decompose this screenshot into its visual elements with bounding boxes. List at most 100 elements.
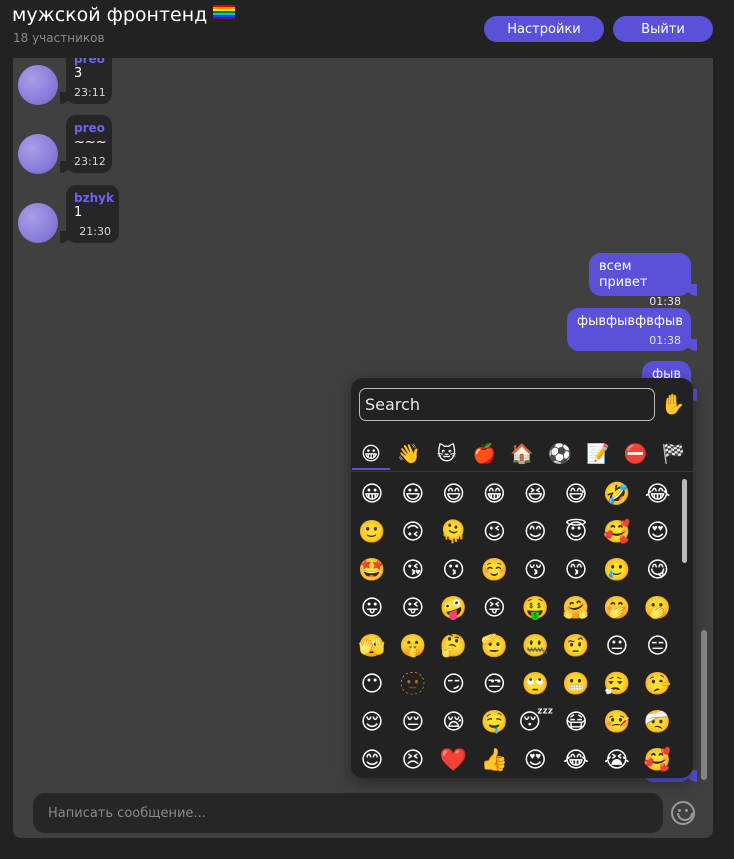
emoji-item[interactable]: 😁 [477,478,511,512]
emoji-item[interactable]: 😔 [396,706,430,740]
avatar[interactable] [18,65,58,105]
member-count: 18 участников [13,31,105,45]
emoji-item[interactable]: 😌 [355,706,389,740]
emoji-category-animals-tab[interactable]: 🐱 [428,438,466,470]
skin-tone-selector[interactable]: ✋ [659,390,687,418]
emoji-item[interactable]: 😐 [600,630,634,664]
emoji-item[interactable]: ☺️ [477,554,511,588]
emoji-item[interactable]: 😜 [396,592,430,626]
message-time: 23:11 [74,86,106,99]
emoji-item[interactable]: 😗 [437,554,471,588]
emoji-item[interactable]: 😋 [641,554,675,588]
emoji-item[interactable]: 🤩 [355,554,389,588]
emoji-item[interactable]: 😭 [600,744,634,778]
emoji-item[interactable]: ❤️ [437,744,471,778]
emoji-item[interactable]: 😣 [396,744,430,778]
chat-title-text: мужской фронтенд [12,4,208,26]
chat-title: мужской фронтенд [12,4,236,26]
emoji-item[interactable]: 🫢 [641,592,675,626]
emoji-item[interactable]: 😆 [518,478,552,512]
emoji-item[interactable]: 😇 [559,516,593,550]
emoji-item[interactable]: 🤨 [559,630,593,664]
emoji-item[interactable]: 😅 [559,478,593,512]
avatar[interactable] [18,203,58,243]
emoji-item[interactable]: 😊 [518,516,552,550]
emoji-item[interactable]: 😃 [396,478,430,512]
logout-button[interactable]: Выйти [613,16,713,42]
message-author[interactable]: preo [74,58,105,66]
emoji-picker-toggle-icon[interactable] [671,801,695,825]
emoji-grid: 😀 😃 😄 😁 😆 😅 🤣 😂 🙂 🙃 🫠 😉 😊 😇 🥰 😍 🤩 😘 😗 ☺️ 😚 😙 🥲 😋 😛 😜 🤪 😝 🤑 🤗 🤭 🫢 🫣 🤫 🤔 🫡 🤐 🤨 😐… [351,478,693,778]
message-text: 1 [74,205,83,220]
chat-header: мужской фронтенд 18 участников Настройки… [0,0,734,58]
rainbow-flag-icon [213,5,236,19]
chat-scrollbar[interactable] [701,630,707,780]
emoji-item[interactable]: 🙃 [396,516,430,550]
emoji-item[interactable]: 👍 [477,744,511,778]
message-bubble: preo ~~~ 23:12 [60,115,112,173]
emoji-item[interactable]: 🤒 [600,706,634,740]
emoji-item[interactable]: 😉 [477,516,511,550]
emoji-item[interactable]: 🫡 [477,630,511,664]
emoji-item[interactable]: 😚 [518,554,552,588]
emoji-category-travel-tab[interactable]: 🏠 [503,438,541,470]
message-text: 3 [74,66,83,81]
emoji-item[interactable]: 🥲 [600,554,634,588]
emoji-grid-scrollbar[interactable] [682,479,687,563]
emoji-category-activities-tab[interactable]: ⚽ [541,438,579,470]
emoji-category-symbols-tab[interactable]: ⛔ [617,438,655,470]
emoji-category-objects-tab[interactable]: 📝 [579,438,617,470]
emoji-item[interactable]: 🤣 [600,478,634,512]
message-input[interactable] [33,793,663,833]
emoji-item[interactable]: 🫠 [437,516,471,550]
message-time: 01:38 [649,334,681,347]
emoji-category-flags-tab[interactable]: 🏁 [654,438,692,470]
emoji-item[interactable]: 🙄 [518,668,552,702]
emoji-item[interactable]: 😍 [518,744,552,778]
emoji-item[interactable]: 😍 [641,516,675,550]
emoji-item[interactable]: 😬 [559,668,593,702]
emoji-category-food-tab[interactable]: 🍎 [465,438,503,470]
emoji-category-smileys-tab[interactable]: 😀 [352,438,390,470]
emoji-item[interactable]: 🫥 [396,668,430,702]
emoji-item[interactable]: 🤪 [437,592,471,626]
emoji-item[interactable]: 😀 [355,478,389,512]
emoji-item[interactable]: 🥰 [641,744,675,778]
emoji-item[interactable]: 🤕 [641,706,675,740]
emoji-item[interactable]: 🤑 [518,592,552,626]
emoji-item[interactable]: 🫣 [355,630,389,664]
message-time: 21:30 [79,225,111,238]
emoji-item[interactable]: 🤐 [518,630,552,664]
emoji-item[interactable]: 😮‍💨 [600,668,634,702]
emoji-item[interactable]: 😴 [518,706,553,740]
emoji-item[interactable]: 😑 [641,630,675,664]
emoji-item[interactable]: 😂 [641,478,675,512]
emoji-item[interactable]: 😝 [477,592,511,626]
emoji-search-input[interactable] [359,388,655,421]
avatar[interactable] [18,134,58,174]
emoji-item[interactable]: 🤔 [437,630,471,664]
emoji-item[interactable]: 😊 [355,744,389,778]
emoji-item[interactable]: 😂 [559,744,593,778]
emoji-item[interactable]: 🤫 [396,630,430,664]
emoji-item[interactable]: 😒 [477,668,511,702]
emoji-item[interactable]: 🤥 [641,668,675,702]
emoji-item[interactable]: 😘 [396,554,430,588]
emoji-item[interactable]: 😏 [437,668,471,702]
message-author[interactable]: bzhyk [74,191,114,205]
emoji-item[interactable]: 😶 [355,668,389,702]
message-text: фывфывфвфыв [577,314,683,329]
emoji-item[interactable]: 🥰 [600,516,634,550]
emoji-item[interactable]: 😙 [559,554,593,588]
emoji-item[interactable]: 😷 [559,706,593,740]
emoji-item[interactable]: 😛 [355,592,389,626]
emoji-item[interactable]: 😄 [437,478,471,512]
emoji-item[interactable]: 🤭 [600,592,634,626]
message-author[interactable]: preo [74,121,105,135]
emoji-category-people-tab[interactable]: 👋 [390,438,428,470]
emoji-item[interactable]: 😪 [437,706,471,740]
emoji-item[interactable]: 🙂 [355,516,389,550]
emoji-item[interactable]: 🤤 [477,706,511,740]
emoji-item[interactable]: 🤗 [559,592,593,626]
settings-button[interactable]: Настройки [484,16,604,42]
